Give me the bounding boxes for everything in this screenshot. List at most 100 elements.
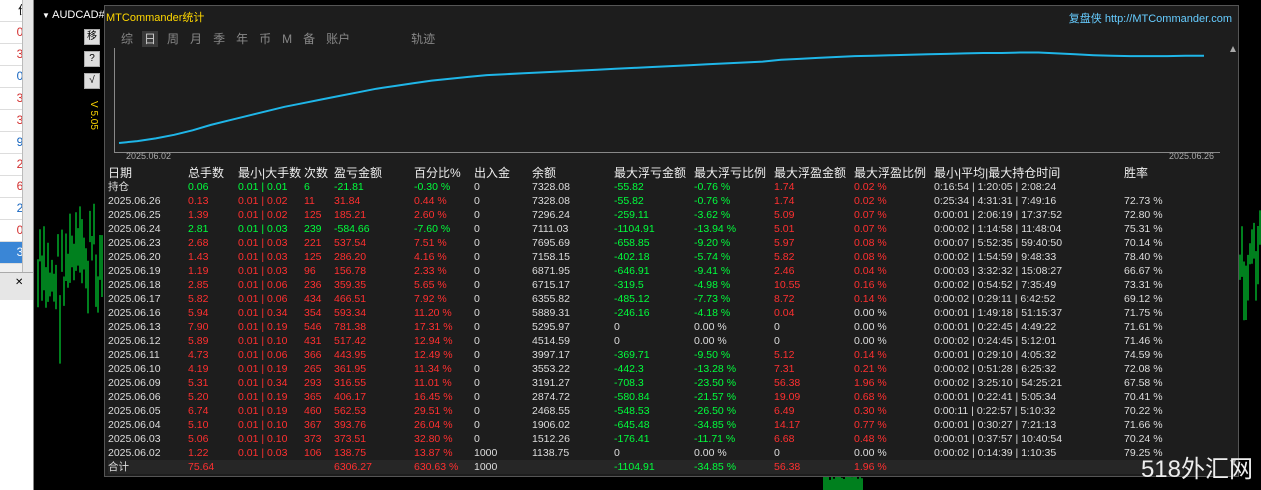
column-header[interactable]: 次数	[304, 165, 334, 180]
table-cell: 4.19	[188, 363, 209, 375]
column-header[interactable]: 最小|平均|最大持仓时间	[934, 165, 1124, 180]
table-cell: 0.01 | 0.02	[238, 209, 288, 221]
table-cell: 5.89	[188, 335, 209, 347]
table-cell: 0.48 %	[854, 433, 887, 445]
table-cell: 443.95	[334, 349, 367, 361]
table-row[interactable]: 2025.06.23 2.68 0.01 | 0.03 221 537.54 7.51 %…	[108, 236, 1184, 250]
column-header[interactable]: 最大浮亏比例	[694, 165, 774, 180]
table-row[interactable]: 2025.06.25 1.39 0.01 | 0.02 125 185.21 2.60 %…	[108, 208, 1184, 222]
table-row[interactable]: 2025.06.12 5.89 0.01 | 0.10 431 517.42 12.94 …	[108, 334, 1184, 348]
table-cell: 0:00:11 | 0:22:57 | 5:10:32	[934, 405, 1056, 417]
table-row[interactable]: 2025.06.04 5.10 0.01 | 0.10 367 393.76 26.04 …	[108, 418, 1184, 432]
panel-scrollbar[interactable]	[1230, 46, 1236, 466]
table-cell: 2025.06.05	[108, 405, 161, 417]
table-cell: 0	[474, 293, 480, 305]
price-list-scrollbar[interactable]	[22, 0, 33, 272]
table-row[interactable]: 2025.06.02 1.22 0.01 | 0.03 106 138.75 13.87 …	[108, 446, 1184, 460]
table-cell: 0:00:01 | 1:49:18 | 51:15:37	[934, 307, 1063, 319]
table-row[interactable]: 2025.06.05 6.74 0.01 | 0.19 460 562.53 29.51 …	[108, 404, 1184, 418]
table-cell: 2.60 %	[414, 209, 447, 221]
table-cell: 0.68 %	[854, 391, 887, 403]
column-header[interactable]: 出入金	[474, 165, 532, 180]
table-row[interactable]: 2025.06.16 5.94 0.01 | 0.34 354 593.34 11.20 …	[108, 306, 1184, 320]
column-header[interactable]: 最大浮盈金额	[774, 165, 854, 180]
table-cell: 0	[474, 265, 480, 277]
tab-note[interactable]: 备	[301, 31, 317, 47]
table-cell: 72.08 %	[1124, 363, 1163, 375]
table-row[interactable]: 2025.06.13 7.90 0.01 | 0.19 546 781.38 17.31 …	[108, 320, 1184, 334]
table-cell: 0	[474, 335, 480, 347]
tab-week[interactable]: 周	[165, 31, 181, 47]
table-cell: 0	[774, 321, 780, 333]
table-row[interactable]: 2025.06.20 1.43 0.01 | 0.03 125 286.20 4.16 %…	[108, 250, 1184, 264]
column-header[interactable]: 盈亏金额	[334, 165, 414, 180]
table-row[interactable]: 2025.06.18 2.85 0.01 | 0.06 236 359.35 5.65 %…	[108, 278, 1184, 292]
column-header[interactable]: 最大浮亏金额	[614, 165, 694, 180]
table-row[interactable]: 2025.06.06 5.20 0.01 | 0.19 365 406.17 16.45 …	[108, 390, 1184, 404]
table-cell: -369.71	[614, 349, 650, 361]
table-cell: 0	[474, 321, 480, 333]
column-header[interactable]: 总手数	[188, 165, 238, 180]
table-cell: 0:00:02 | 0:14:39 | 1:10:35	[934, 447, 1057, 459]
total-cell: -1104.91	[614, 460, 694, 474]
table-cell: 70.24 %	[1124, 433, 1163, 445]
tab-year[interactable]: 年	[234, 31, 250, 47]
table-cell: 0	[474, 391, 480, 403]
table-cell: 2025.06.19	[108, 265, 161, 277]
table-cell: 466.51	[334, 293, 367, 305]
table-cell: -0.76 %	[694, 181, 731, 193]
check-button[interactable]: √	[84, 73, 100, 89]
column-header[interactable]: 日期	[108, 165, 188, 180]
move-button[interactable]: 移	[84, 29, 100, 45]
tab-track[interactable]: 轨迹	[409, 31, 437, 47]
table-cell: 0.01 | 0.10	[238, 433, 288, 445]
table-cell: 70.22 %	[1124, 405, 1163, 417]
table-cell: 0	[474, 433, 480, 445]
close-icon[interactable]: ✕	[15, 277, 23, 288]
table-row[interactable]: 2025.06.26 0.13 0.01 | 0.02 11 31.84 0.44 % 0 7…	[108, 194, 1184, 208]
table-cell: 0.07 %	[854, 223, 887, 235]
table-cell: 0:00:02 | 0:51:28 | 6:25:32	[934, 363, 1057, 375]
table-row[interactable]: 2025.06.24 2.81 0.01 | 0.03 239 -584.66 -7.60…	[108, 222, 1184, 236]
table-row[interactable]: 2025.06.10 4.19 0.01 | 0.19 265 361.95 11.34 …	[108, 362, 1184, 376]
column-header[interactable]: 最小|大手数	[238, 165, 304, 180]
table-cell: 1138.75	[532, 447, 570, 459]
tab-magic[interactable]: M	[280, 31, 294, 47]
table-row[interactable]: 2025.06.11 4.73 0.01 | 0.06 366 443.95 12.49 …	[108, 348, 1184, 362]
tab-summary[interactable]: 综	[119, 31, 135, 47]
table-row[interactable]: 2025.06.03 5.06 0.01 | 0.10 373 373.51 32.80 …	[108, 432, 1184, 446]
table-cell: -259.11	[614, 209, 649, 221]
column-header[interactable]: 胜率	[1124, 165, 1184, 180]
table-cell: 0	[614, 335, 620, 347]
table-cell: 106	[304, 447, 322, 459]
tab-month[interactable]: 月	[188, 31, 204, 47]
table-cell: 11.20 %	[414, 307, 452, 319]
table-row[interactable]: 2025.06.09 5.31 0.01 | 0.34 293 316.55 11.01 …	[108, 376, 1184, 390]
tab-day[interactable]: 日	[142, 31, 159, 47]
table-row[interactable]: 2025.06.19 1.19 0.01 | 0.03 96 156.78 2.33 % 0…	[108, 264, 1184, 278]
tab-quarter[interactable]: 季	[211, 31, 227, 47]
table-cell: 0:00:02 | 3:25:10 | 54:25:21	[934, 377, 1063, 389]
tab-account[interactable]: 账户	[324, 31, 352, 47]
table-cell: 14.17	[774, 419, 801, 431]
table-cell: 239	[304, 223, 322, 235]
tab-currency[interactable]: 币	[257, 31, 273, 47]
table-cell: -176.41	[614, 433, 650, 445]
column-header[interactable]: 百分比%	[414, 165, 474, 180]
table-cell: 460	[304, 405, 322, 417]
total-cell	[934, 460, 1124, 474]
table-row[interactable]: 2025.06.17 5.82 0.01 | 0.06 434 466.51 7.92 %…	[108, 292, 1184, 306]
table-cell: 5.09	[774, 209, 795, 221]
website-link[interactable]: 复盘侠 http://MTCommander.com	[1069, 10, 1232, 26]
column-header[interactable]: 最大浮盈比例	[854, 165, 934, 180]
table-cell: 138.75	[334, 447, 367, 459]
table-row[interactable]: 持仓 0.06 0.01 | 0.01 6 -21.81 -0.30 % 0 7328.08 -…	[108, 180, 1184, 194]
help-button[interactable]: ?	[84, 51, 100, 67]
table-cell: 73.31 %	[1124, 279, 1163, 291]
table-cell: 0:00:02 | 0:29:11 | 6:42:52	[934, 293, 1056, 305]
table-cell: 0.01 | 0.10	[238, 335, 288, 347]
table-cell: 0:00:01 | 0:22:41 | 5:05:34	[934, 391, 1057, 403]
table-cell: 0.00 %	[854, 321, 887, 333]
column-header[interactable]: 余额	[532, 165, 614, 180]
table-cell: 0	[474, 419, 480, 431]
